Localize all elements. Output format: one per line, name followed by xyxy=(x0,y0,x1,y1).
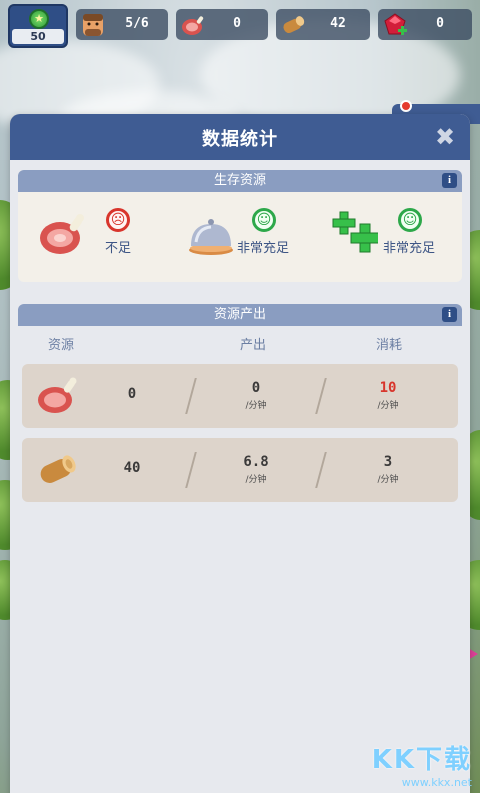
dialog-body: 生存资源 i ☹ 不足 ☺ 非常充足 ☺ 非常充足 资源产出 i 资源 产出 消… xyxy=(10,160,470,793)
info-icon[interactable]: i xyxy=(442,173,457,188)
production-section-header: 资源产出 i xyxy=(18,304,462,326)
production-section-title: 资源产出 xyxy=(213,307,266,322)
survival-item-health: ☺ 非常充足 xyxy=(332,206,462,266)
close-button[interactable]: ✖ xyxy=(432,124,458,150)
dialog-title: 数据统计 xyxy=(202,129,278,150)
population-value: 5/6 xyxy=(125,16,149,31)
resource-amount: 0 xyxy=(127,386,137,402)
divider xyxy=(185,378,197,414)
consume-unit: /分钟 xyxy=(377,401,399,411)
table-row: 40 6.8 /分钟 3 /分钟 xyxy=(22,438,458,502)
dialog-header: 数据统计 ✖ xyxy=(10,114,470,160)
meat-icon xyxy=(182,16,204,35)
divider xyxy=(315,452,327,488)
meat-icon xyxy=(38,377,77,413)
resource-amount: 40 xyxy=(123,460,141,476)
survival-status-meat: 不足 xyxy=(105,241,132,256)
population-counter[interactable]: 5/6 xyxy=(76,9,168,40)
statistics-dialog: 数据统计 ✖ 生存资源 i ☹ 不足 ☺ 非常充足 ☺ 非常充足 资源产出 i … xyxy=(10,114,470,793)
ruby-gem-add-icon xyxy=(384,13,407,35)
consume-unit: /分钟 xyxy=(377,475,399,485)
output-unit: /分钟 xyxy=(245,401,267,411)
sad-face-icon: ☹ xyxy=(106,208,130,232)
level-badge[interactable]: ★ 50 xyxy=(8,4,68,48)
survival-section-header: 生存资源 i xyxy=(18,170,462,192)
meat-value: 0 xyxy=(233,16,241,31)
survival-resources-section: 生存资源 i ☹ 不足 ☺ 非常充足 ☺ 非常充足 xyxy=(18,170,462,282)
survival-section-title: 生存资源 xyxy=(213,173,266,188)
food-cloche-icon xyxy=(189,219,233,255)
consume-value: 3 xyxy=(383,454,393,470)
watermark-url: www.kkx.net xyxy=(401,776,472,789)
survival-status-health: 非常充足 xyxy=(383,241,436,256)
meat-counter[interactable]: 0 xyxy=(176,9,268,40)
villager-face-icon xyxy=(83,14,103,36)
wood-log-icon xyxy=(283,16,305,34)
watermark-brand: KK下载 xyxy=(371,745,472,775)
consume-value: 10 xyxy=(379,380,397,396)
column-header-output: 产出 xyxy=(240,338,267,353)
resource-production-section: 资源产出 i 资源 产出 消耗 0 0 /分钟 10 /分钟 40 6.8 /分… xyxy=(18,304,462,793)
survival-status-food: 非常充足 xyxy=(237,241,290,256)
wood-counter[interactable]: 42 xyxy=(276,9,370,40)
column-header-consume: 消耗 xyxy=(376,338,403,353)
survival-item-food: ☺ 非常充足 xyxy=(186,206,316,266)
happy-face-icon: ☺ xyxy=(252,208,276,232)
gem-counter[interactable]: 0 xyxy=(378,9,472,40)
watermark: KK下载 www.kkx.net xyxy=(372,739,472,789)
top-hud: ★ 50 5/6 0 42 0 xyxy=(0,0,480,50)
output-value: 0 xyxy=(251,380,261,396)
survival-item-meat: ☹ 不足 xyxy=(38,206,158,266)
output-value: 6.8 xyxy=(243,454,269,470)
info-icon[interactable]: i xyxy=(442,307,457,322)
table-row: 0 0 /分钟 10 /分钟 xyxy=(22,364,458,428)
health-cross-icon xyxy=(332,211,378,253)
star-icon: ★ xyxy=(29,9,49,29)
column-header-resource: 资源 xyxy=(48,338,75,353)
output-unit: /分钟 xyxy=(245,475,267,485)
wood-value: 42 xyxy=(330,16,346,31)
level-number: 50 xyxy=(12,29,64,44)
divider xyxy=(315,378,327,414)
happy-face-icon: ☺ xyxy=(398,208,422,232)
wood-log-icon xyxy=(40,455,76,483)
gem-value: 0 xyxy=(436,16,444,31)
divider xyxy=(185,452,197,488)
meat-icon xyxy=(40,214,84,254)
